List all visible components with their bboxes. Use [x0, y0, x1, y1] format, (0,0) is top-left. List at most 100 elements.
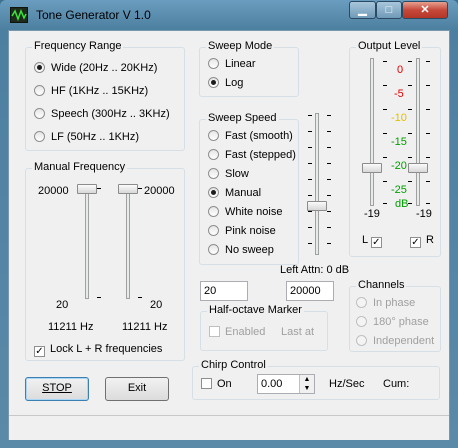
right-level-track[interactable] — [416, 58, 420, 206]
radio-icon — [208, 130, 219, 141]
slider-tick — [138, 297, 142, 298]
radio-icon — [208, 149, 219, 160]
speed-slow[interactable]: Slow — [208, 166, 249, 182]
radio-icon — [208, 187, 219, 198]
waveform-icon — [10, 7, 28, 23]
level-scale-minus10: -10 — [391, 112, 407, 124]
sweep-start-input[interactable]: 20 — [200, 281, 248, 301]
level-unit: dB — [395, 198, 409, 210]
close-icon: ✕ — [420, 4, 430, 16]
speed-no-sweep[interactable]: No sweep — [208, 242, 274, 258]
sweep-mode-group: Sweep Mode Linear Log — [199, 40, 299, 97]
chirp-control-group: Chirp Control On 0.00 ▲ ▼ Hz/Sec Cum: — [192, 359, 440, 400]
minimize-button[interactable]: ▁ — [349, 1, 376, 19]
range-option-speech[interactable]: Speech (300Hz .. 3KHz) — [34, 106, 170, 122]
channels-label: Channels — [356, 279, 407, 291]
left-frequency-value: 11211 Hz — [48, 321, 94, 333]
right-frequency-track[interactable] — [126, 187, 130, 299]
left-level-track[interactable] — [370, 58, 374, 206]
level-scale-0: 0 — [397, 64, 404, 76]
left-frequency-track[interactable] — [85, 187, 89, 299]
checkbox-icon — [201, 378, 212, 389]
close-button[interactable]: ✕ — [402, 1, 448, 19]
output-level-group: Output Level 0 -5 -10 -15 -20 -25 dB -19… — [349, 40, 441, 257]
manual-sweep-slider[interactable] — [307, 201, 327, 211]
range-option-hf[interactable]: HF (1KHz .. 15KHz) — [34, 83, 148, 99]
window-title: Tone Generator V 1.0 — [36, 8, 151, 22]
sweep-mode-log[interactable]: Log — [208, 75, 243, 91]
level-scale-minus25: -25 — [391, 184, 407, 196]
sweep-end-input[interactable]: 20000 — [286, 281, 334, 301]
channels-group: Channels In phase 180° phase Independent — [349, 279, 441, 352]
radio-icon — [208, 58, 219, 69]
channels-180-phase[interactable]: 180° phase — [356, 314, 429, 330]
checkbox-checked-icon: ✓ — [410, 237, 421, 248]
channels-in-phase[interactable]: In phase — [356, 295, 415, 311]
left-level-value: -19 — [364, 208, 380, 220]
left-level-slider[interactable] — [362, 163, 382, 173]
left-max-label: 20000 — [38, 185, 69, 197]
checkbox-icon — [209, 326, 220, 337]
frequency-range-label: Frequency Range — [32, 40, 124, 52]
radio-icon — [356, 316, 367, 327]
speed-fast-stepped[interactable]: Fast (stepped) — [208, 147, 296, 163]
last-at-label: Last at — [281, 326, 315, 338]
chirp-rate-spinner[interactable]: ▲ ▼ — [299, 375, 314, 393]
sweep-speed-label: Sweep Speed — [206, 112, 279, 124]
half-octave-enabled-checkbox[interactable]: Enabled — [209, 324, 265, 340]
right-channel-checkbox[interactable]: ✓ R — [410, 232, 434, 248]
radio-icon — [34, 62, 45, 73]
level-scale-minus5: -5 — [394, 88, 404, 100]
speed-manual[interactable]: Manual — [208, 185, 261, 201]
lock-frequencies-checkbox[interactable]: ✓ Lock L + R frequencies — [34, 341, 162, 357]
exit-button[interactable]: Exit — [105, 377, 169, 401]
speed-pink-noise[interactable]: Pink noise — [208, 223, 276, 239]
right-level-value: -19 — [416, 208, 432, 220]
manual-frequency-label: Manual Frequency — [32, 161, 128, 173]
manual-frequency-group: Manual Frequency 20000 20000 20 20 11211… — [25, 161, 185, 361]
radio-icon — [208, 225, 219, 236]
left-min-label: 20 — [56, 299, 69, 311]
right-level-slider[interactable] — [408, 163, 428, 173]
frequency-range-group: Frequency Range Wide (20Hz .. 20KHz) HF … — [25, 40, 185, 151]
right-frequency-slider[interactable] — [118, 184, 138, 194]
slider-tick — [138, 188, 142, 189]
right-max-label: 20000 — [144, 185, 175, 197]
range-option-wide[interactable]: Wide (20Hz .. 20KHz) — [34, 60, 157, 76]
app-window: Tone Generator V 1.0 ▁ □ ✕ Frequency Ran… — [0, 0, 458, 448]
range-option-lf[interactable]: LF (50Hz .. 1KHz) — [34, 129, 139, 145]
speed-white-noise[interactable]: White noise — [208, 204, 282, 220]
radio-icon — [208, 206, 219, 217]
slider-tick — [97, 188, 101, 189]
radio-icon — [34, 108, 45, 119]
spin-down-icon[interactable]: ▼ — [300, 384, 314, 393]
sweep-mode-label: Sweep Mode — [206, 40, 275, 52]
left-attenuation-label: Left Attn: 0 dB — [280, 264, 350, 276]
level-scale-minus20: -20 — [391, 160, 407, 172]
radio-icon — [34, 85, 45, 96]
stop-button[interactable]: STOP — [25, 377, 89, 401]
chirp-control-label: Chirp Control — [199, 359, 268, 371]
output-level-label: Output Level — [356, 40, 423, 52]
manual-sweep-track[interactable] — [315, 113, 319, 255]
left-frequency-slider[interactable] — [77, 184, 97, 194]
minimize-icon: ▁ — [358, 4, 367, 16]
spin-up-icon[interactable]: ▲ — [300, 375, 314, 384]
title-bar[interactable]: Tone Generator V 1.0 ▁ □ ✕ — [0, 0, 458, 30]
checkbox-checked-icon: ✓ — [34, 346, 45, 357]
maximize-button[interactable]: □ — [376, 1, 402, 19]
chirp-on-checkbox[interactable]: On — [201, 376, 232, 392]
sweep-mode-linear[interactable]: Linear — [208, 56, 256, 72]
radio-icon — [208, 77, 219, 88]
client-area: Frequency Range Wide (20Hz .. 20KHz) HF … — [8, 30, 450, 440]
left-channel-checkbox[interactable]: L ✓ — [362, 232, 387, 248]
radio-icon — [208, 168, 219, 179]
half-octave-label: Half-octave Marker — [207, 304, 304, 316]
checkbox-checked-icon: ✓ — [370, 237, 382, 248]
chirp-unit-label: Hz/Sec — [329, 378, 365, 390]
status-bar — [9, 415, 449, 440]
half-octave-group: Half-octave Marker Enabled Last at — [200, 304, 328, 351]
level-scale-minus15: -15 — [391, 136, 407, 148]
channels-independent[interactable]: Independent — [356, 333, 434, 349]
speed-fast-smooth[interactable]: Fast (smooth) — [208, 128, 293, 144]
